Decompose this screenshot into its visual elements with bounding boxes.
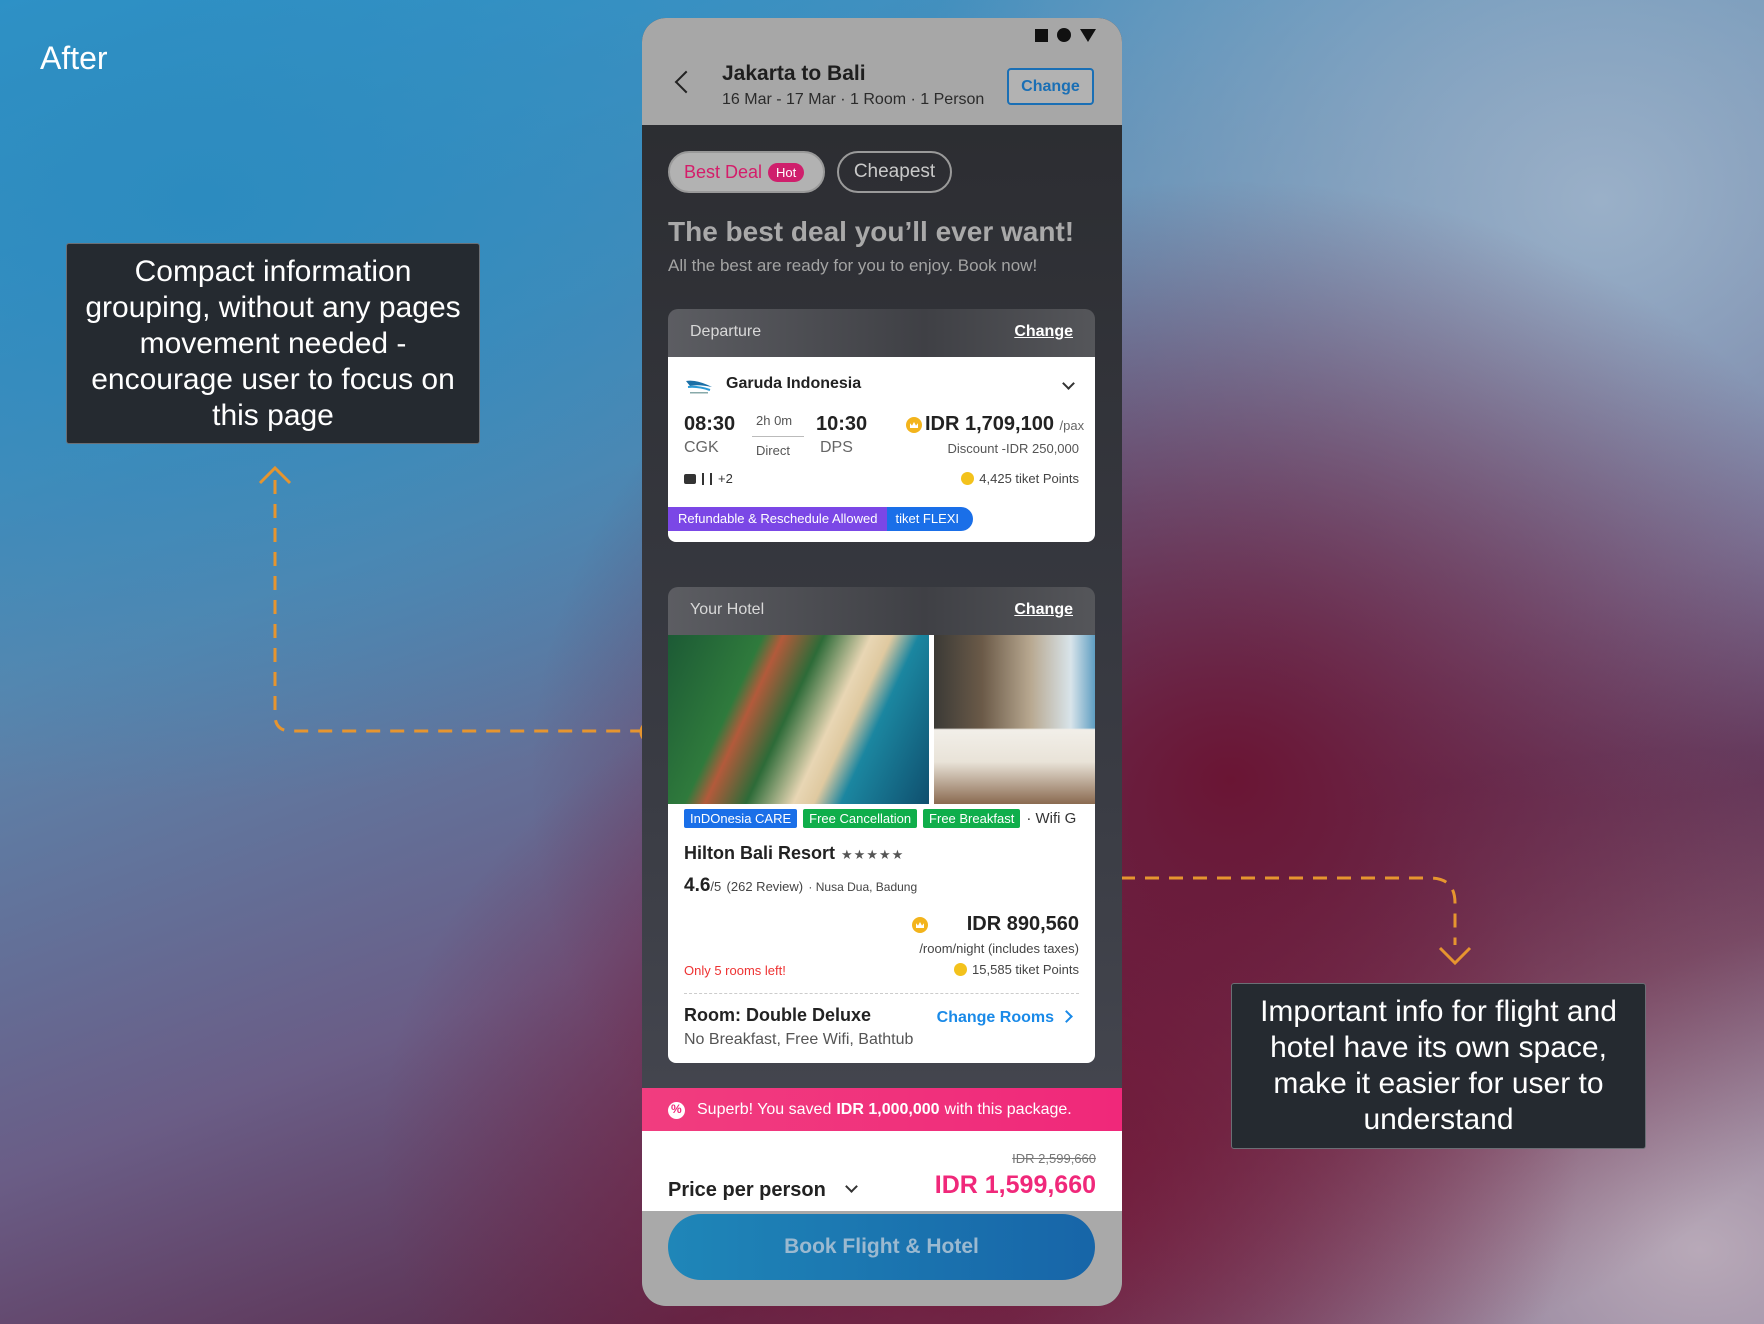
departure-heading: Departure xyxy=(690,323,762,340)
flexi-badge: Refundable & Reschedule Allowed tiket FL… xyxy=(668,507,974,531)
tag-more: · Wifi G xyxy=(1026,810,1077,827)
flight-stops: Direct xyxy=(756,443,790,458)
departure-change-link[interactable]: Change xyxy=(1014,323,1073,341)
circle-icon xyxy=(1057,28,1071,42)
tag-free-breakfast: Free Breakfast xyxy=(923,809,1021,828)
baggage-icon xyxy=(684,473,696,484)
rating-scale: /5 xyxy=(710,879,722,894)
rating-value: 4.6 xyxy=(684,875,711,896)
chevron-down-icon[interactable] xyxy=(1062,377,1075,390)
flight-duration: 2h 0m xyxy=(756,413,793,428)
flight-price: IDR 1,709,100 /pax xyxy=(925,413,1084,436)
hotel-name: Hilton Bali Resort ★★★★★ xyxy=(684,843,904,864)
coin-icon xyxy=(961,472,975,485)
flexi-refundable: Refundable & Reschedule Allowed xyxy=(668,507,888,531)
hotel-points: 15,585 tiket Points xyxy=(954,962,1079,977)
triangle-icon xyxy=(1080,28,1096,42)
hotel-change-link[interactable]: Change xyxy=(1014,601,1073,619)
tag-free-cancellation: Free Cancellation xyxy=(803,809,918,828)
hotel-location: · Nusa Dua, Badung xyxy=(808,880,918,894)
back-icon[interactable] xyxy=(674,70,698,94)
star-rating-icon: ★★★★★ xyxy=(841,847,905,862)
departure-header: Departure Change xyxy=(668,309,1095,357)
review-count: (262 Review) xyxy=(726,879,804,894)
hotel-price-unit: /room/night (includes taxes) xyxy=(919,941,1079,956)
flight-points-text: 4,425 tiket Points xyxy=(979,471,1079,486)
price-per-person-dropdown[interactable]: Price per person xyxy=(668,1179,826,1202)
arrival-code: DPS xyxy=(820,439,853,456)
hotel-heading: Your Hotel xyxy=(690,601,765,618)
hotel-price: IDR 890,560 xyxy=(966,913,1079,935)
arrow-head-down xyxy=(1438,946,1472,966)
rooms-left-warning: Only 5 rooms left! xyxy=(684,963,786,978)
divider xyxy=(684,993,1079,994)
crown-icon xyxy=(912,917,928,933)
tab-best-deal[interactable]: Best Deal Hot xyxy=(668,151,825,193)
tag-indonesia-care: InDOnesia CARE xyxy=(684,809,798,828)
square-icon xyxy=(1035,28,1048,42)
route-subtitle: 16 Mar - 17 Mar · 1 Room · 1 Person xyxy=(722,91,985,108)
saved-amount: IDR 1,000,000 xyxy=(836,1101,940,1118)
coin-icon xyxy=(954,963,968,976)
hotel-tags: InDOnesia CARE Free Cancellation Free Br… xyxy=(684,809,1076,828)
route-title: Jakarta to Bali xyxy=(722,62,866,85)
connector-right xyxy=(1073,876,1457,945)
book-flight-hotel-button[interactable]: Book Flight & Hotel xyxy=(668,1214,1095,1280)
hotel-rating: 4.6/5 (262 Review) · Nusa Dua, Badung xyxy=(684,875,917,897)
room-name: Room: Double Deluxe xyxy=(684,1005,872,1025)
connector-left xyxy=(273,480,640,733)
departure-code: CGK xyxy=(684,439,719,456)
hotel-name-text: Hilton Bali Resort xyxy=(684,843,836,863)
arrival-time: 10:30 xyxy=(816,413,868,435)
flight-discount: Discount -IDR 250,000 xyxy=(947,441,1079,456)
hotel-points-text: 15,585 tiket Points xyxy=(972,962,1079,977)
hero-subtitle: All the best are ready for you to enjoy.… xyxy=(668,256,1038,275)
hotel-card[interactable]: InDOnesia CARE Free Cancellation Free Br… xyxy=(668,635,1095,1063)
tab-cheapest[interactable]: Cheapest xyxy=(837,151,952,193)
hero-title: The best deal you’ll ever want! xyxy=(668,216,1075,247)
room-description: No Breakfast, Free Wifi, Bathtub xyxy=(684,1031,914,1048)
hot-badge: Hot xyxy=(768,162,805,182)
hotel-header: Your Hotel Change xyxy=(668,587,1095,635)
flight-price-value: IDR 1,709,100 xyxy=(925,413,1054,435)
flexi-label: tiket FLEXI xyxy=(887,507,974,531)
hotel-room-image[interactable] xyxy=(934,635,1095,804)
tab-best-deal-label: Best Deal xyxy=(684,161,763,182)
change-search-button[interactable]: Change xyxy=(1007,68,1094,105)
crown-icon xyxy=(906,417,922,433)
flight-card[interactable]: Garuda Indonesia 08:30 CGK 2h 0m Direct … xyxy=(668,357,1095,542)
original-price: IDR 2,599,660 xyxy=(1012,1151,1096,1166)
total-price: IDR 1,599,660 xyxy=(934,1171,1096,1199)
phone-screen: Jakarta to Bali 16 Mar - 17 Mar · 1 Room… xyxy=(642,18,1122,1306)
saved-prefix: Superb! You saved xyxy=(697,1101,832,1118)
garuda-logo-icon xyxy=(686,380,712,394)
saved-suffix: with this package. xyxy=(944,1101,1072,1118)
departure-time: 08:30 xyxy=(684,413,736,435)
change-rooms-link[interactable]: Change Rooms xyxy=(937,1009,1071,1027)
hotel-aerial-image[interactable] xyxy=(668,635,929,804)
chevron-down-icon[interactable] xyxy=(845,1180,858,1193)
flight-amenities: +2 xyxy=(684,471,733,486)
flight-points: 4,425 tiket Points xyxy=(961,471,1079,486)
app-header: Jakarta to Bali 16 Mar - 17 Mar · 1 Room… xyxy=(642,18,1122,125)
discount-icon xyxy=(668,1101,685,1119)
airline-name: Garuda Indonesia xyxy=(726,375,862,392)
status-bar xyxy=(1035,28,1096,42)
meal-icon xyxy=(702,472,712,485)
flight-price-unit: /pax xyxy=(1059,418,1085,433)
duration-line xyxy=(752,436,804,437)
amenities-extra: +2 xyxy=(718,471,733,486)
savings-banner: Superb! You saved IDR 1,000,000 with thi… xyxy=(642,1088,1122,1132)
